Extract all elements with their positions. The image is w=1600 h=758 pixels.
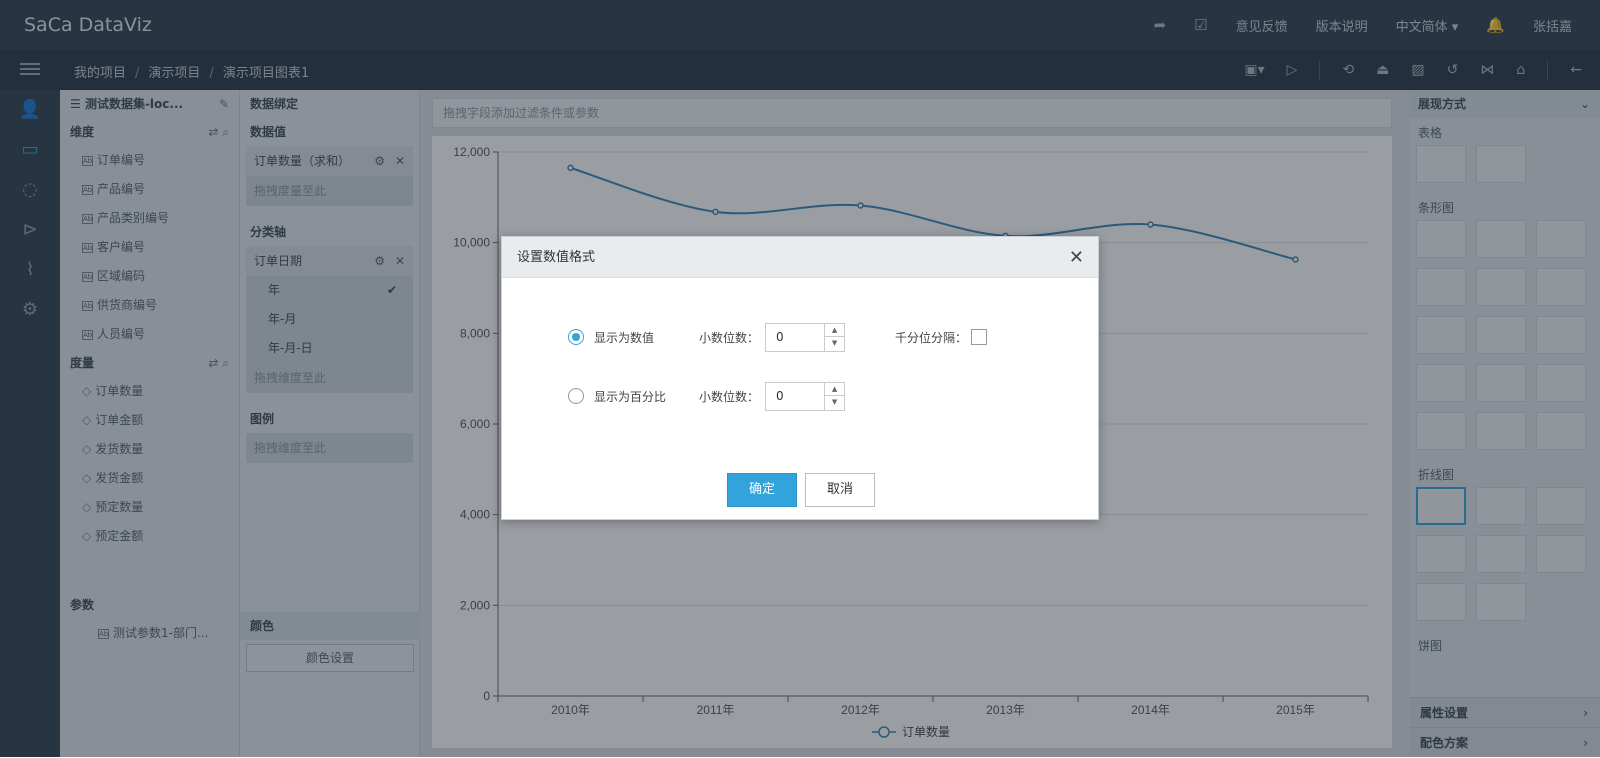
chevron-up-icon[interactable]: ▲ bbox=[825, 383, 845, 396]
decimals-number-stepper[interactable]: 0 ▲ ▼ bbox=[765, 322, 846, 352]
radio-percent[interactable] bbox=[568, 388, 584, 404]
option-percent-label: 显示为百分比 bbox=[594, 389, 667, 404]
number-option-row: 显示为数值 小数位数： 0 ▲ ▼ 千分位分隔： bbox=[568, 322, 988, 352]
thousands-checkbox[interactable] bbox=[971, 329, 988, 345]
chevron-down-icon[interactable]: ▼ bbox=[825, 337, 844, 350]
stepper-arrows[interactable]: ▲ ▼ bbox=[824, 382, 845, 410]
number-format-dialog: 设置数值格式 ✕ 显示为数值 小数位数： 0 ▲ ▼ 千分位分隔： 显示为百分比 小… bbox=[501, 236, 1099, 520]
cancel-button[interactable]: 取消 bbox=[805, 473, 875, 507]
decimals-number-value: 0 bbox=[776, 329, 784, 344]
decimals-percent-value: 0 bbox=[776, 388, 784, 403]
ok-button[interactable]: 确定 bbox=[727, 473, 797, 507]
dialog-title: 设置数值格式 bbox=[517, 250, 596, 265]
chevron-down-icon[interactable]: ▼ bbox=[825, 396, 844, 409]
stepper-arrows[interactable]: ▲ ▼ bbox=[824, 323, 845, 351]
thousands-label: 千分位分隔： bbox=[895, 330, 968, 345]
close-icon[interactable]: ✕ bbox=[1069, 237, 1084, 278]
decimals-label: 小数位数： bbox=[699, 389, 760, 404]
dialog-header: 设置数值格式 ✕ bbox=[502, 237, 1098, 278]
option-number-label: 显示为数值 bbox=[594, 330, 655, 345]
percent-option-row: 显示为百分比 小数位数： 0 ▲ ▼ bbox=[568, 381, 846, 411]
chevron-up-icon[interactable]: ▲ bbox=[825, 324, 845, 337]
radio-number[interactable] bbox=[568, 329, 584, 345]
decimals-percent-stepper[interactable]: 0 ▲ ▼ bbox=[765, 381, 846, 411]
decimals-label: 小数位数： bbox=[699, 330, 760, 345]
